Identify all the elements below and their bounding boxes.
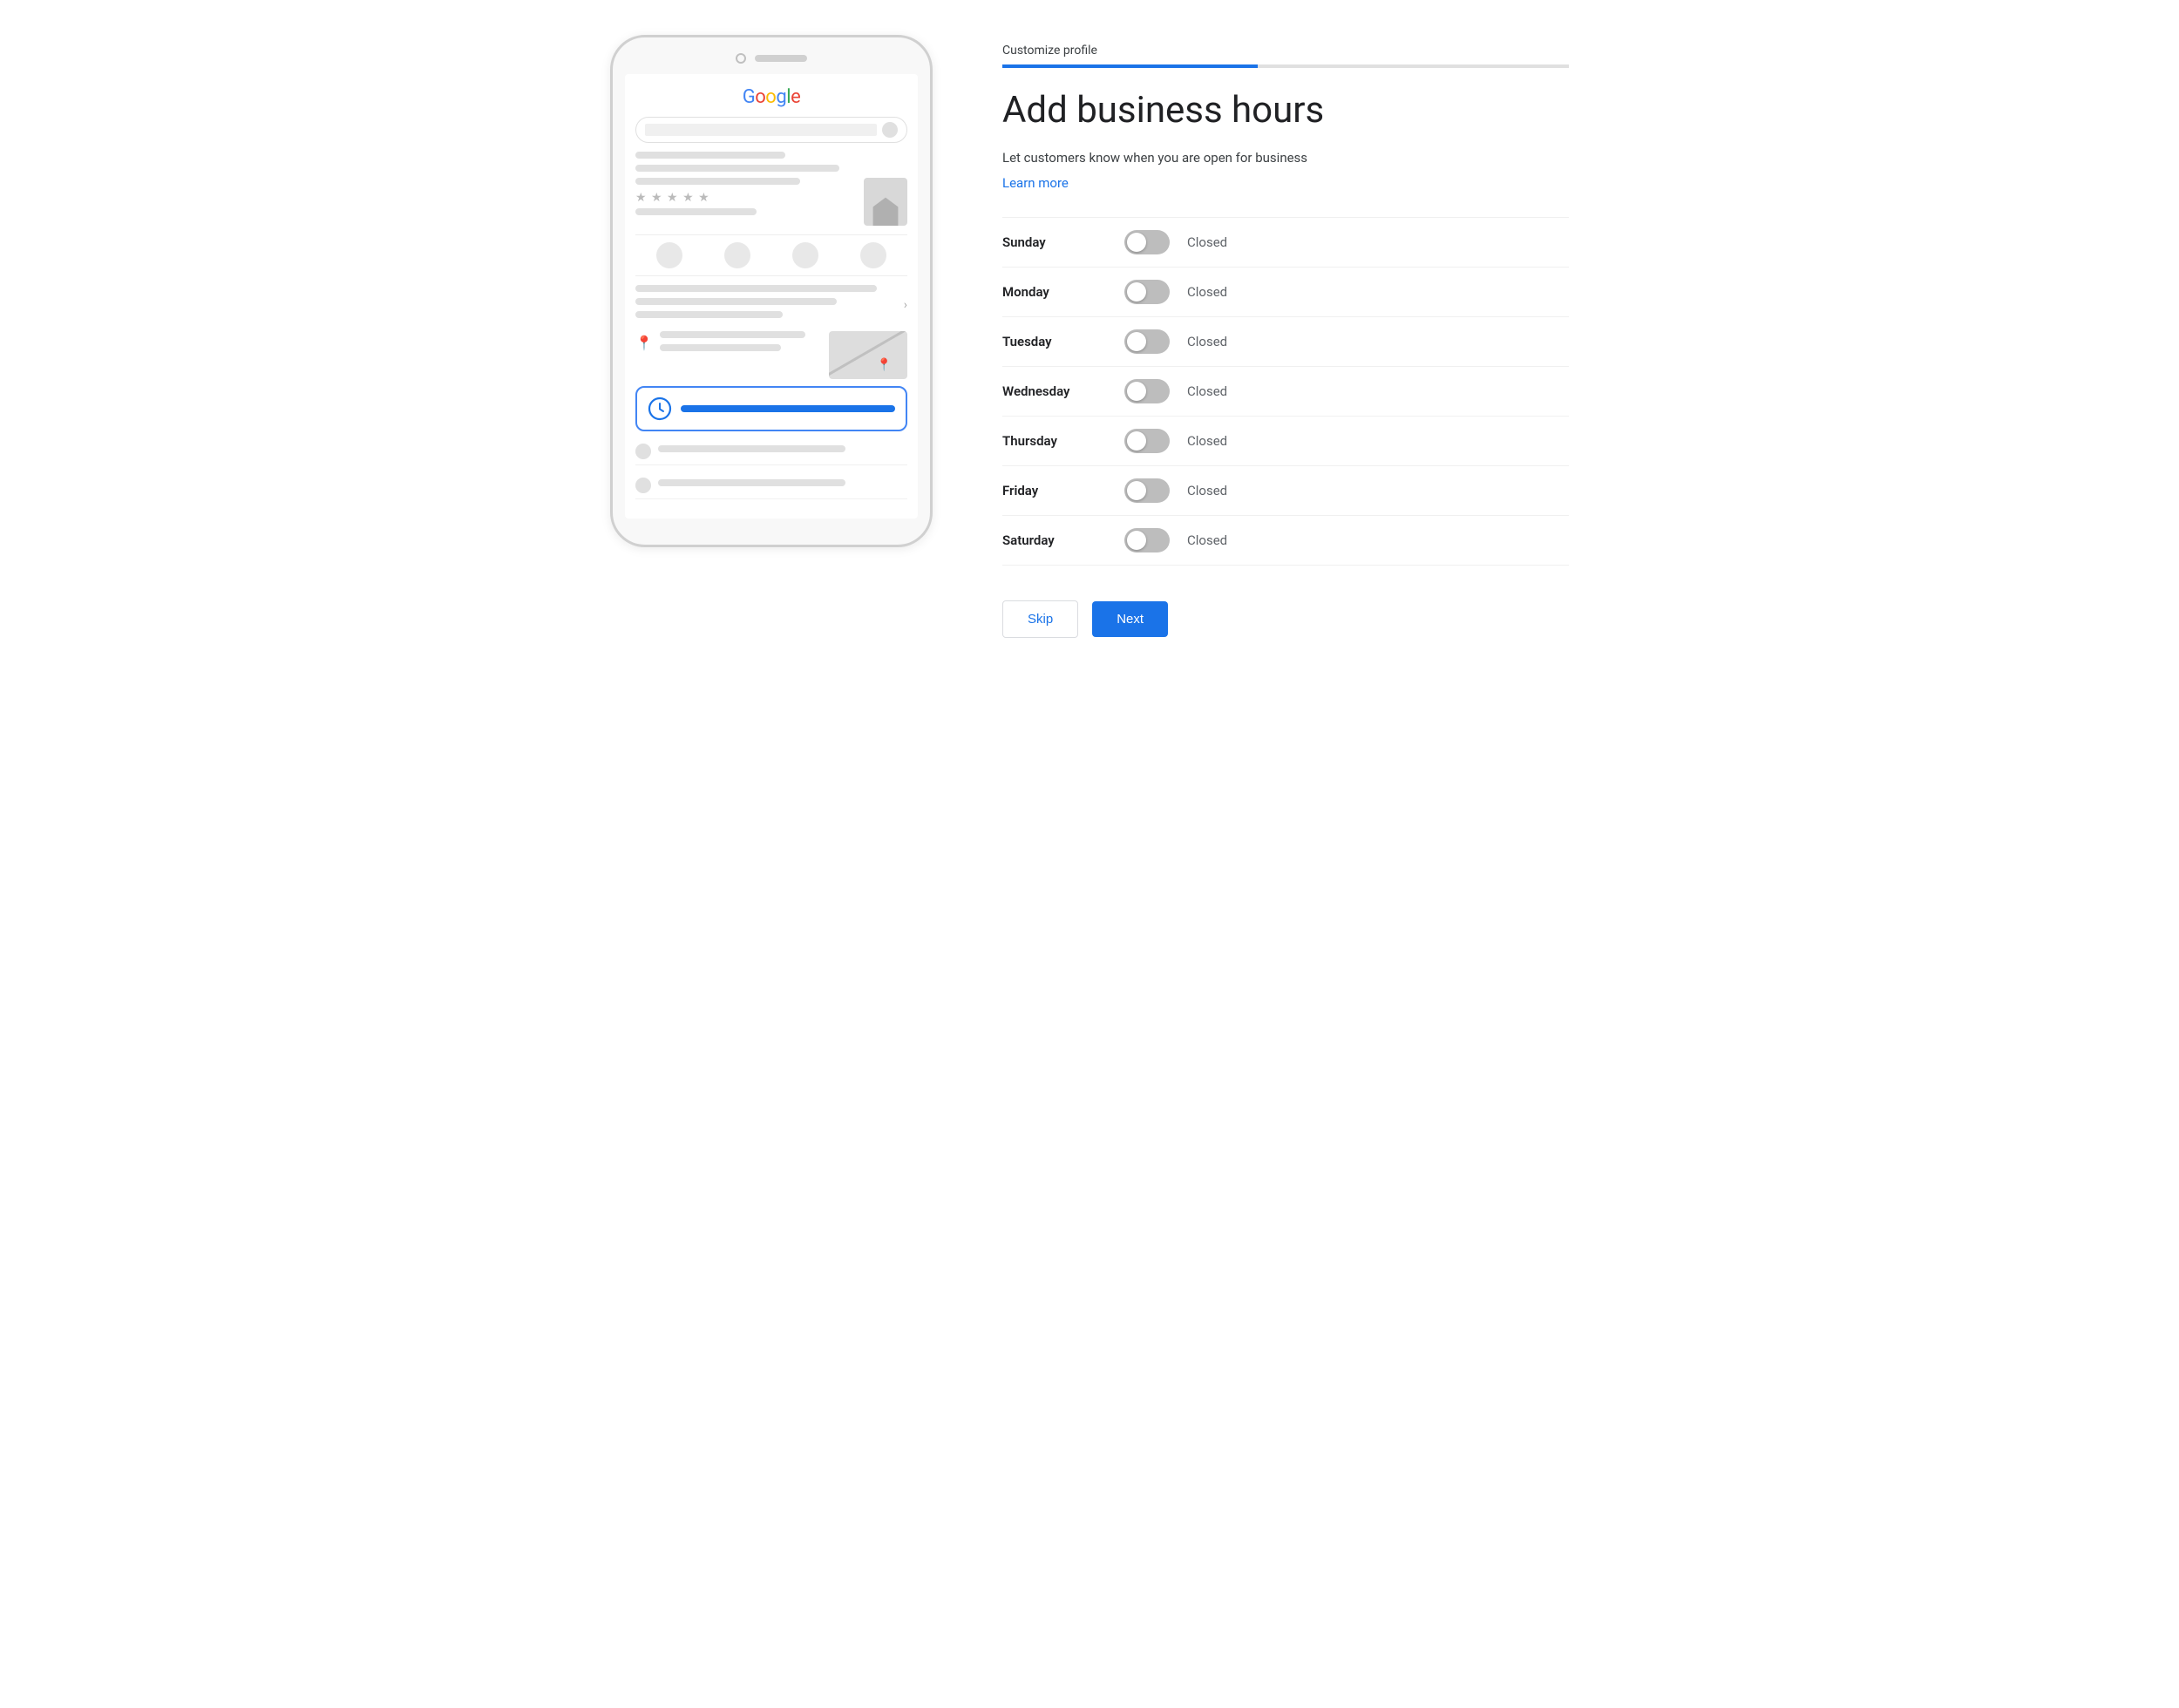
bottom-line-2: [658, 479, 845, 486]
day-name: Friday: [1002, 483, 1107, 498]
info-line-2: [635, 298, 837, 305]
right-panel: Customize profile Add business hours Let…: [1002, 35, 1569, 638]
day-row: Sunday Closed: [1002, 217, 1569, 268]
day-row: Wednesday Closed: [1002, 367, 1569, 417]
hours-highlight-line: [681, 405, 895, 412]
day-status: Closed: [1187, 284, 1227, 300]
skip-button[interactable]: Skip: [1002, 600, 1078, 638]
day-toggle-thursday[interactable]: [1124, 429, 1170, 453]
day-row: Saturday Closed: [1002, 516, 1569, 566]
step-title: Customize profile: [1002, 44, 1569, 58]
result-line-2: [635, 208, 757, 215]
day-status: Closed: [1187, 483, 1227, 498]
phone-screen: Google ★ ★ ★ ★ ★: [625, 74, 918, 518]
day-toggle-tuesday[interactable]: [1124, 329, 1170, 354]
chevron-icon: ›: [904, 298, 907, 312]
action-icons-row: [635, 234, 907, 276]
g1: G: [743, 86, 756, 108]
phone-bottom-web-icon: [635, 478, 651, 493]
phone-top-bar: [625, 53, 918, 64]
g2: o: [755, 86, 765, 108]
map-line-1: [660, 331, 805, 338]
progress-filled: [1002, 64, 1258, 68]
phone-outer: Google ★ ★ ★ ★ ★: [610, 35, 933, 547]
action-call-icon: [656, 242, 682, 268]
map-thumbnail: 📍: [829, 331, 907, 379]
result-text: ★ ★ ★ ★ ★: [635, 178, 855, 226]
highlight-hours-box: [635, 386, 907, 431]
result-block: ★ ★ ★ ★ ★: [635, 178, 907, 226]
bottom-row-1: [635, 438, 907, 465]
day-name: Saturday: [1002, 532, 1107, 548]
phone-bottom-lines: [635, 438, 907, 499]
day-status: Closed: [1187, 334, 1227, 349]
map-section: 📍 📍: [635, 331, 907, 379]
learn-more-link[interactable]: Learn more: [1002, 175, 1069, 191]
store-icon: [864, 178, 907, 226]
map-location-pin: 📍: [877, 358, 892, 372]
progress-bar: [1002, 64, 1569, 68]
description: Let customers know when you are open for…: [1002, 150, 1569, 166]
map-road: [829, 331, 907, 376]
day-row: Monday Closed: [1002, 268, 1569, 317]
day-status: Closed: [1187, 433, 1227, 449]
day-name: Thursday: [1002, 433, 1107, 449]
g3: o: [765, 86, 776, 108]
result-line-1: [635, 178, 800, 185]
g6: e: [791, 86, 800, 108]
clock-icon: [648, 396, 672, 421]
store-building: [870, 194, 901, 226]
map-pin-icon: 📍: [635, 335, 653, 351]
chevron-row: ›: [635, 285, 907, 324]
progress-empty: [1258, 64, 1570, 68]
bottom-row-2: [635, 472, 907, 499]
phone-bottom-call-icon: [635, 444, 651, 459]
map-line-2: [660, 344, 782, 351]
day-row: Friday Closed: [1002, 466, 1569, 516]
day-toggle-monday[interactable]: [1124, 280, 1170, 304]
buttons-row: Skip Next: [1002, 600, 1569, 638]
action-save-icon: [792, 242, 818, 268]
info-line-3: [635, 311, 783, 318]
day-toggle-saturday[interactable]: [1124, 528, 1170, 552]
search-input-placeholder: [645, 124, 877, 136]
phone-camera: [736, 53, 746, 64]
phone-speaker: [755, 55, 807, 62]
next-button[interactable]: Next: [1092, 601, 1168, 637]
phone-mockup: Google ★ ★ ★ ★ ★: [610, 35, 933, 547]
line-1: [635, 152, 785, 159]
day-status: Closed: [1187, 383, 1227, 399]
day-status: Closed: [1187, 532, 1227, 548]
step-header: Customize profile: [1002, 44, 1569, 68]
page-title: Add business hours: [1002, 89, 1569, 132]
day-name: Wednesday: [1002, 383, 1107, 399]
stars: ★ ★ ★ ★ ★: [635, 191, 855, 205]
action-share-icon: [860, 242, 886, 268]
day-toggle-wednesday[interactable]: [1124, 379, 1170, 403]
day-name: Sunday: [1002, 234, 1107, 250]
search-icon: [882, 122, 898, 138]
google-logo: Google: [635, 86, 907, 108]
page-container: Google ★ ★ ★ ★ ★: [610, 35, 1569, 638]
search-bar: [635, 117, 907, 143]
day-toggle-sunday[interactable]: [1124, 230, 1170, 254]
day-name: Tuesday: [1002, 334, 1107, 349]
day-row: Tuesday Closed: [1002, 317, 1569, 367]
info-line-1: [635, 285, 877, 292]
line-2: [635, 165, 839, 172]
g4: g: [776, 86, 786, 108]
bottom-line-1: [658, 445, 845, 452]
action-direction-icon: [724, 242, 750, 268]
days-list: SundayClosedMondayClosedTuesdayClosedWed…: [1002, 217, 1569, 566]
day-row: Thursday Closed: [1002, 417, 1569, 466]
day-name: Monday: [1002, 284, 1107, 300]
day-toggle-friday[interactable]: [1124, 478, 1170, 503]
day-status: Closed: [1187, 234, 1227, 250]
